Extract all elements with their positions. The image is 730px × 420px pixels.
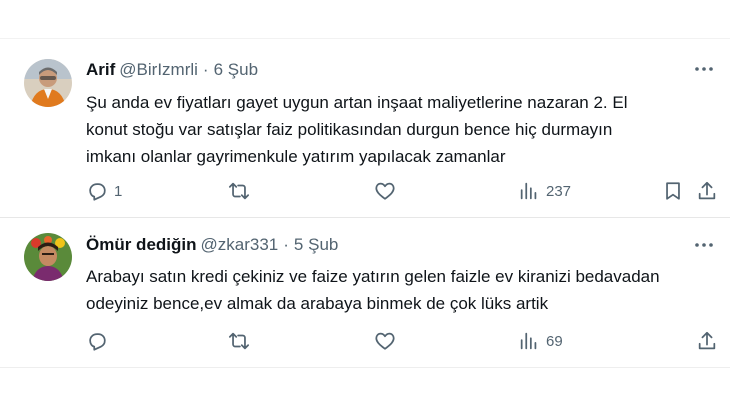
more-icon[interactable] bbox=[692, 233, 716, 257]
like-icon bbox=[375, 182, 395, 200]
share-button[interactable] bbox=[696, 179, 718, 203]
like-button[interactable] bbox=[374, 329, 402, 353]
avatar[interactable] bbox=[24, 233, 72, 281]
separator: · bbox=[202, 60, 209, 79]
retweet-button[interactable] bbox=[228, 179, 256, 203]
views-button[interactable]: 237 bbox=[518, 179, 571, 203]
tweet-actions: 69 bbox=[86, 329, 726, 353]
bookmark-icon bbox=[666, 182, 680, 200]
tweet-date[interactable]: 6 Şub bbox=[214, 60, 258, 79]
like-button[interactable] bbox=[374, 179, 402, 203]
reply-icon bbox=[89, 333, 106, 351]
tweet-header: Arif @BirIzmrli · 6 Şub bbox=[86, 59, 258, 81]
reply-count: 1 bbox=[114, 182, 123, 200]
tweet-actions: 1 237 bbox=[86, 179, 726, 203]
views-count: 237 bbox=[546, 182, 572, 200]
tweet-feed: Arif @BirIzmrli · 6 Şub Şu anda ev fiyatlar… bbox=[0, 0, 730, 420]
tweet-header: Ömür dediğin @zkar331 · 5 Şub bbox=[86, 234, 338, 256]
author-name[interactable]: Ömür dediğin bbox=[86, 235, 197, 254]
like-icon bbox=[375, 332, 395, 350]
avatar[interactable] bbox=[24, 59, 72, 107]
retweet-icon bbox=[228, 332, 250, 350]
share-icon bbox=[698, 181, 716, 200]
retweet-icon bbox=[228, 182, 250, 200]
separator: · bbox=[283, 235, 289, 254]
share-icon bbox=[698, 331, 716, 350]
views-icon bbox=[520, 182, 537, 200]
more-icon[interactable] bbox=[692, 57, 716, 81]
retweet-button[interactable] bbox=[228, 329, 256, 353]
author-name[interactable]: Arif bbox=[86, 60, 115, 79]
tweet-text-line: Arabayı satın kredi çekiniz ve faize yat… bbox=[86, 267, 660, 286]
bookmark-button[interactable] bbox=[662, 179, 684, 203]
share-button[interactable] bbox=[696, 329, 718, 353]
tweet[interactable]: Arif @BirIzmrli · 6 Şub Şu anda ev fiyatlar… bbox=[0, 38, 730, 218]
tweet-text-line: Şu anda ev fiyatları gayet uygun artan i… bbox=[86, 93, 628, 112]
reply-button[interactable] bbox=[86, 329, 114, 353]
views-icon bbox=[520, 332, 537, 350]
tweet[interactable]: Ömür dediğin @zkar331 · 5 Şub Arabayı satın… bbox=[0, 217, 730, 368]
tweet-date[interactable]: 5 Şub bbox=[294, 235, 338, 254]
tweet-text: Arabayı satın kredi çekiniz ve faize yat… bbox=[86, 263, 706, 317]
tweet-text-line: odeyiniz bence,ev almak da arabaya binme… bbox=[86, 294, 549, 313]
tweet-text-line: imkanı olanlar gayrimenkule yatırım yapı… bbox=[86, 147, 506, 166]
views-button[interactable]: 69 bbox=[518, 329, 563, 353]
reply-icon bbox=[89, 183, 106, 201]
author-handle[interactable]: @BirIzmrli bbox=[119, 60, 198, 79]
author-handle[interactable]: @zkar331 bbox=[201, 235, 279, 254]
tweet-text: Şu anda ev fiyatları gayet uygun artan i… bbox=[86, 89, 706, 170]
reply-button[interactable]: 1 bbox=[86, 179, 122, 203]
tweet-text-line: konut stoğu var satışlar faiz politikası… bbox=[86, 120, 613, 139]
views-count: 69 bbox=[546, 332, 563, 350]
